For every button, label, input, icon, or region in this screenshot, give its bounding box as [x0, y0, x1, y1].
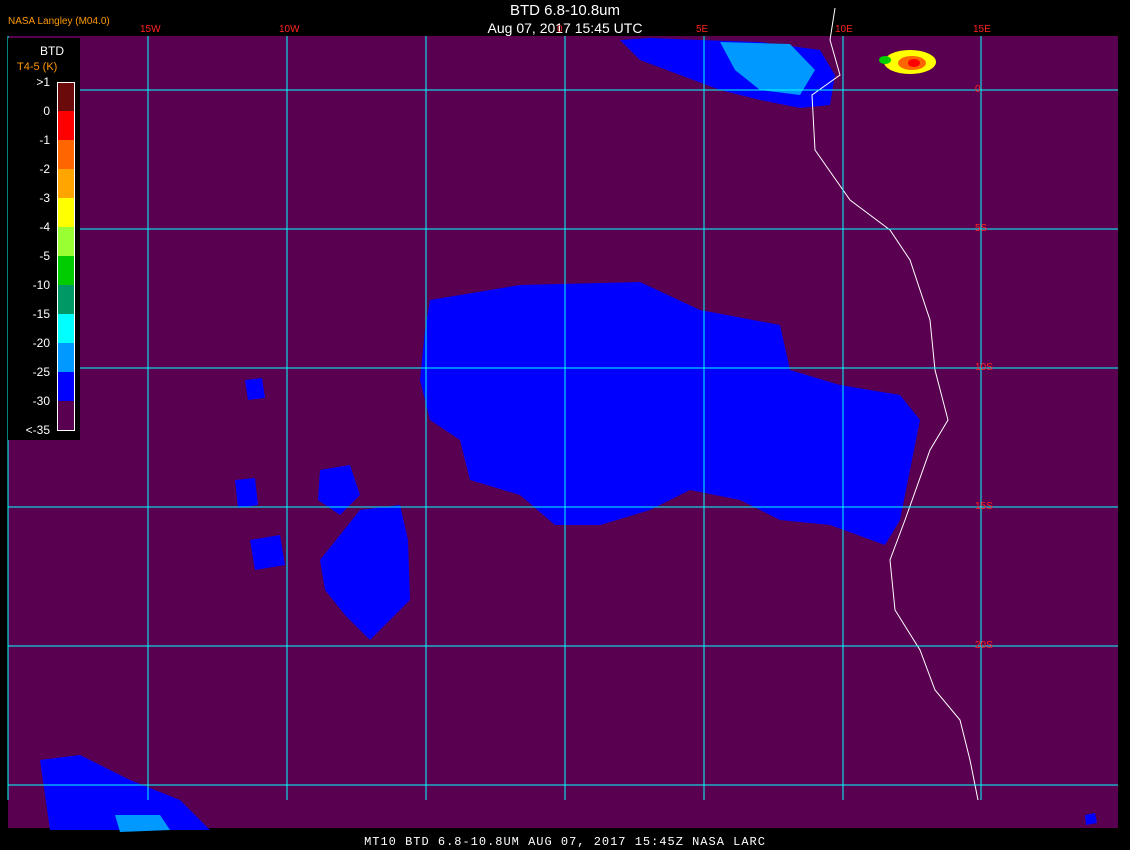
cloud-far-west-2 — [250, 535, 285, 570]
legend-label: -20 — [32, 336, 50, 350]
satellite-map — [7, 7, 1118, 832]
legend-label: -25 — [32, 365, 50, 379]
longitude-label: 15W — [140, 24, 161, 35]
legend-label: >1 — [36, 75, 50, 89]
latitude-label: 10S — [975, 362, 993, 373]
cloud-small-west — [245, 378, 265, 400]
cloud-tiny-se — [1085, 813, 1097, 825]
legend-label: -15 — [32, 307, 50, 321]
legend-subtitle: T4-5 (K) — [17, 61, 58, 73]
legend-swatch — [57, 111, 75, 140]
legend-swatch — [57, 256, 75, 285]
legend-label: -3 — [39, 191, 50, 205]
legend-label: -4 — [39, 220, 50, 234]
legend-swatch — [57, 314, 75, 343]
longitude-label: 15E — [973, 24, 991, 35]
longitude-label: 10W — [279, 24, 300, 35]
legend-label: <-35 — [25, 423, 50, 437]
legend-title: BTD — [40, 44, 64, 58]
latitude-label: 20S — [975, 640, 993, 651]
legend-swatch — [57, 140, 75, 169]
legend-label: 0 — [43, 104, 50, 118]
legend-swatch — [57, 198, 75, 227]
map-date: Aug 07, 2017 15:45 UTC — [487, 20, 643, 36]
latitude-label: 15S — [975, 501, 993, 512]
legend-label: -30 — [32, 394, 50, 408]
legend-label: -5 — [39, 249, 50, 263]
legend-label: -10 — [32, 278, 50, 292]
latitude-label: 5S — [975, 223, 988, 234]
map-title: BTD 6.8-10.8um — [509, 2, 621, 19]
latitude-label: 0 — [975, 84, 981, 95]
provider-label: NASA Langley (M04.0) — [8, 16, 110, 27]
legend-swatch — [57, 401, 75, 431]
legend-swatch — [57, 343, 75, 372]
legend-swatch — [57, 285, 75, 314]
legend-label: -2 — [39, 162, 50, 176]
legend-swatch — [57, 227, 75, 256]
legend-label: -1 — [39, 133, 50, 147]
longitude-label: 10E — [835, 24, 853, 35]
longitude-label: 0 — [557, 24, 563, 35]
cloud-far-west — [235, 478, 258, 508]
longitude-label: 5E — [696, 24, 709, 35]
legend-swatch — [57, 169, 75, 198]
legend-swatch — [57, 82, 75, 112]
legend-swatch — [57, 372, 75, 401]
bottom-caption: MT10 BTD 6.8-10.8UM AUG 07, 2017 15:45Z … — [364, 835, 766, 849]
